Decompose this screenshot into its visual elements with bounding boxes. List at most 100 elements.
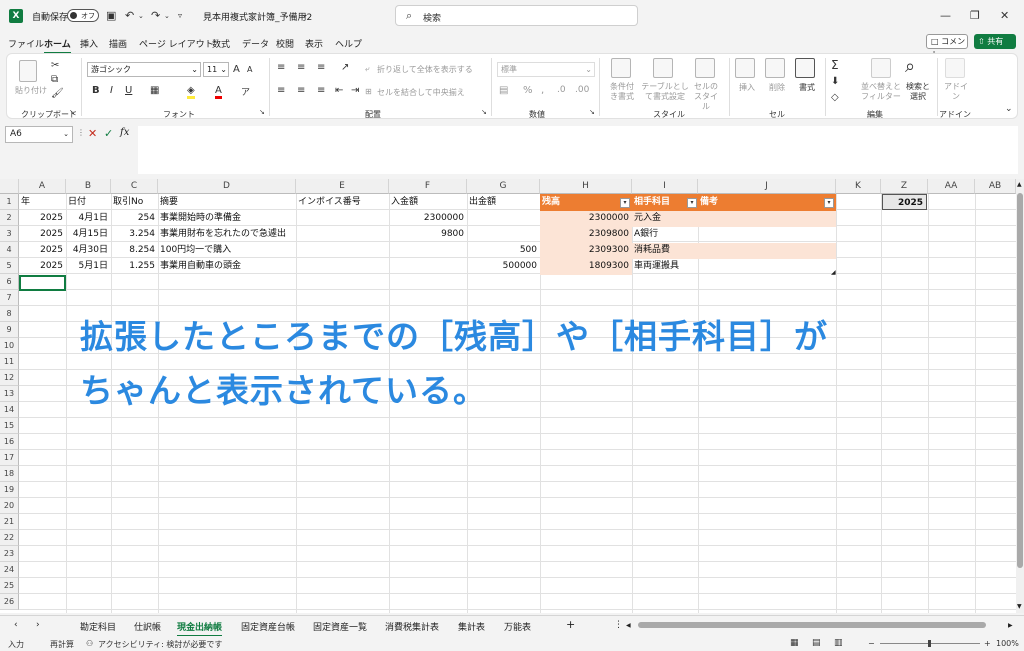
row-header[interactable]: 14 [0, 402, 19, 418]
orientation-icon[interactable]: ↗ [341, 62, 349, 73]
col-header-g[interactable]: G [467, 179, 540, 194]
bold-icon[interactable]: B [92, 85, 100, 96]
scroll-down-icon[interactable]: ▼ [1017, 603, 1022, 610]
cancel-icon[interactable]: ✕ [88, 127, 97, 140]
cell-z1[interactable]: 2025 [882, 194, 927, 210]
row-header[interactable]: 25 [0, 578, 19, 594]
scroll-right-icon[interactable]: ▶ [1008, 622, 1013, 629]
header-invoice[interactable]: インボイス番号 [296, 194, 389, 210]
find-select-icon[interactable]: ⌕ [905, 56, 915, 77]
row-header[interactable]: 9 [0, 322, 19, 338]
cell-bal[interactable]: 2300000 [540, 210, 632, 226]
filter-dropdown-icon[interactable]: ▾ [687, 198, 697, 208]
row-header[interactable]: 18 [0, 466, 19, 482]
status-recalc[interactable]: 再計算 [50, 639, 74, 650]
search-box[interactable]: ⌕ 検索 [395, 5, 638, 26]
close-icon[interactable]: ✕ [1000, 9, 1009, 22]
copy-icon[interactable]: ⧉ [51, 74, 58, 85]
conditional-format-button[interactable]: 条件付き書式 [607, 82, 637, 102]
cell-desc[interactable]: 100円均一で購入 [158, 242, 296, 258]
share-button[interactable]: ⇧ 共有 [974, 34, 1016, 49]
font-launcher-icon[interactable]: ↘ [259, 108, 265, 116]
cell-out[interactable]: 500 [467, 242, 540, 258]
cell-date[interactable]: 4月15日 [66, 226, 111, 242]
cell-no[interactable]: 1.255 [111, 258, 158, 274]
row-header[interactable]: 12 [0, 370, 19, 386]
normal-view-icon[interactable]: ▦ [790, 638, 799, 648]
cell-bal[interactable]: 1809300 [540, 258, 632, 274]
sort-filter-button[interactable]: 並べ替えとフィルター [861, 82, 901, 102]
cell-date[interactable]: 4月1日 [66, 210, 111, 226]
zoom-slider-thumb[interactable] [928, 640, 931, 647]
active-cell[interactable] [19, 275, 66, 291]
number-launcher-icon[interactable]: ↘ [589, 108, 595, 116]
vertical-scroll-thumb[interactable] [1017, 193, 1023, 568]
tab-review[interactable]: 校閲 [276, 37, 294, 50]
row-header[interactable]: 15 [0, 418, 19, 434]
cell-bal[interactable]: 2309300 [540, 242, 632, 258]
percent-icon[interactable]: % [523, 85, 533, 96]
decrease-font-icon[interactable]: A [247, 65, 252, 74]
clipboard-launcher-icon[interactable]: ↘ [69, 108, 75, 116]
redo-dropdown-icon[interactable]: ⌄ [164, 12, 170, 20]
tab-page-layout[interactable]: ページ レイアウト [139, 37, 214, 50]
cell-year[interactable]: 2025 [19, 226, 66, 242]
tab-data[interactable]: データ [242, 37, 269, 50]
delete-cells-icon[interactable] [765, 58, 785, 78]
autosum-icon[interactable]: Σ [831, 58, 839, 72]
format-painter-icon[interactable]: 🖌 [51, 88, 64, 99]
delete-cells-button[interactable]: 削除 [769, 82, 785, 93]
cell-year[interactable]: 2025 [19, 258, 66, 274]
col-header-z[interactable]: Z [881, 179, 928, 194]
row-header[interactable]: 1 [0, 194, 19, 210]
cell-in[interactable]: 2300000 [389, 210, 467, 226]
vertical-scrollbar[interactable]: ▲ ▼ [1016, 179, 1024, 613]
align-top-icon[interactable]: ≡ [277, 62, 285, 73]
row-header[interactable]: 8 [0, 306, 19, 322]
filter-dropdown-icon[interactable]: ▾ [824, 198, 834, 208]
cell-out[interactable]: 500000 [467, 258, 540, 274]
format-as-table-button[interactable]: テーブルとして書式設定 [641, 82, 689, 102]
font-size-select[interactable]: 11 ⌄ [203, 62, 229, 77]
select-all-corner[interactable] [0, 179, 19, 194]
col-header-k[interactable]: K [836, 179, 881, 194]
format-cells-icon[interactable] [795, 58, 815, 78]
col-header-e[interactable]: E [296, 179, 389, 194]
paste-button-label[interactable]: 貼り付け [15, 85, 47, 96]
sheet-tab-6[interactable]: 集計表 [458, 620, 485, 633]
prev-sheet-icon[interactable]: ‹ [14, 620, 18, 630]
row-header[interactable]: 2 [0, 210, 19, 226]
increase-font-icon[interactable]: A [233, 64, 240, 75]
save-icon[interactable]: ▣ [106, 9, 116, 22]
row-header[interactable]: 26 [0, 594, 19, 610]
sheet-tab-1[interactable]: 仕訳帳 [134, 620, 161, 633]
insert-cells-button[interactable]: 挿入 [739, 82, 755, 93]
cut-icon[interactable]: ✂ [51, 60, 59, 71]
sheet-tab-7[interactable]: 万能表 [504, 620, 531, 633]
header-in[interactable]: 入金額 [389, 194, 467, 210]
cell-desc[interactable]: 事業用財布を忘れたので急遽出 [158, 226, 296, 242]
sheet-tab-0[interactable]: 勘定科目 [80, 620, 116, 633]
header-year[interactable]: 年 [19, 194, 66, 210]
accounting-format-icon[interactable]: ▤ [499, 85, 508, 96]
cell-year[interactable]: 2025 [19, 242, 66, 258]
col-header-j[interactable]: J [698, 179, 836, 194]
spreadsheet-grid[interactable]: A B C D E F G H I J K Z AA AB 1234567891… [0, 179, 1016, 613]
tab-formulas[interactable]: 数式 [212, 37, 230, 50]
fill-color-icon[interactable]: ◈ [187, 85, 195, 99]
cell-no[interactable]: 254 [111, 210, 158, 226]
row-header[interactable]: 23 [0, 546, 19, 562]
cell-desc[interactable]: 事業開始時の準備金 [158, 210, 296, 226]
insert-cells-icon[interactable] [735, 58, 755, 78]
phonetic-icon[interactable]: ア [241, 85, 250, 98]
minimize-icon[interactable]: — [940, 9, 951, 22]
row-header[interactable]: 19 [0, 482, 19, 498]
increase-decimal-icon[interactable]: .0 [557, 85, 566, 95]
row-header[interactable]: 22 [0, 530, 19, 546]
cell-styles-icon[interactable] [695, 58, 715, 78]
header-desc[interactable]: 摘要 [158, 194, 296, 210]
filename-chevron-down-icon[interactable]: ⌄ [301, 10, 309, 20]
cell-acct[interactable]: A銀行 [632, 226, 698, 242]
col-header-h[interactable]: H [540, 179, 632, 194]
italic-icon[interactable]: I [110, 85, 113, 96]
